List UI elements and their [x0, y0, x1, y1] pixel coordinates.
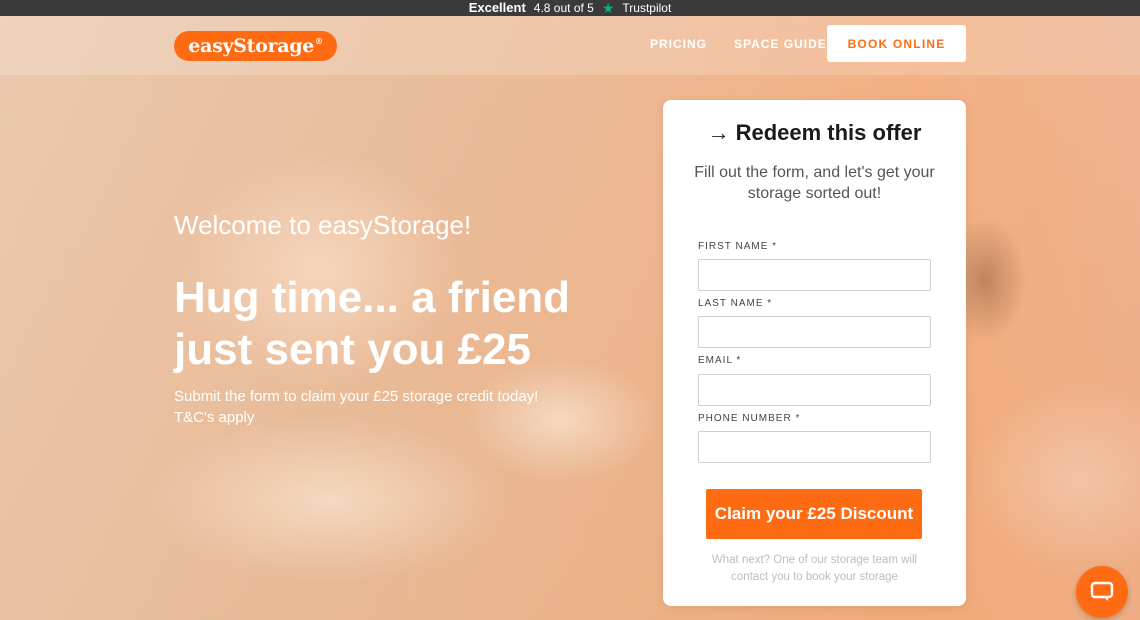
easystorage-logo[interactable]: easyStorage ®	[174, 31, 337, 61]
hero-subtext-line: Submit the form to claim your £25 storag…	[174, 388, 539, 405]
redeem-offer-form: → Redeem this offer Fill out the form, an…	[663, 100, 966, 606]
claim-discount-button[interactable]: Claim your £25 Discount	[706, 489, 922, 539]
nav-space-guide[interactable]: SPACE GUIDE	[734, 37, 827, 51]
hero-subtext: Submit the form to claim your £25 storag…	[174, 386, 594, 428]
form-title-text: Redeem this offer	[735, 120, 922, 145]
welcome-heading: Welcome to easyStorage!	[174, 210, 472, 240]
chat-widget-button[interactable]	[1076, 566, 1128, 618]
last-name-field[interactable]	[698, 316, 931, 348]
trust-rating-score: 4.8 out of 5	[533, 1, 594, 15]
first-name-field[interactable]	[698, 259, 931, 291]
book-online-button[interactable]: BOOK ONLINE	[827, 25, 966, 62]
star-icon: ★	[601, 0, 615, 16]
last-name-label: LAST NAME *	[698, 298, 773, 309]
chat-bubble-icon	[1090, 581, 1114, 601]
trust-rating-word: Excellent	[468, 0, 526, 15]
site-header: easyStorage ® PRICING SPACE GUIDE BOOK ON…	[0, 16, 1140, 75]
form-title: → Redeem this offer	[663, 120, 966, 146]
first-name-label: FIRST NAME *	[698, 241, 778, 252]
form-subtitle: Fill out the form, and let's get your st…	[694, 164, 935, 202]
nav-pricing[interactable]: PRICING	[650, 37, 707, 51]
arrow-right-icon: →	[707, 120, 730, 145]
email-field[interactable]	[698, 374, 931, 406]
terms-note: T&C's apply	[174, 409, 255, 426]
trustpilot-bar[interactable]: Excellent 4.8 out of 5 ★ Trustpilot	[0, 0, 1140, 16]
trustpilot-brand: Trustpilot	[622, 1, 672, 15]
what-next-note: What next? One of our storage team will …	[711, 554, 918, 583]
logo-text: easyStorage	[188, 35, 314, 57]
phone-number-field[interactable]	[698, 431, 931, 463]
registered-mark: ®	[315, 36, 323, 46]
email-label: EMAIL *	[698, 355, 742, 366]
hero-headline: Hug time... a friend just sent you £25	[174, 273, 571, 374]
phone-number-label: PHONE NUMBER *	[698, 413, 801, 424]
